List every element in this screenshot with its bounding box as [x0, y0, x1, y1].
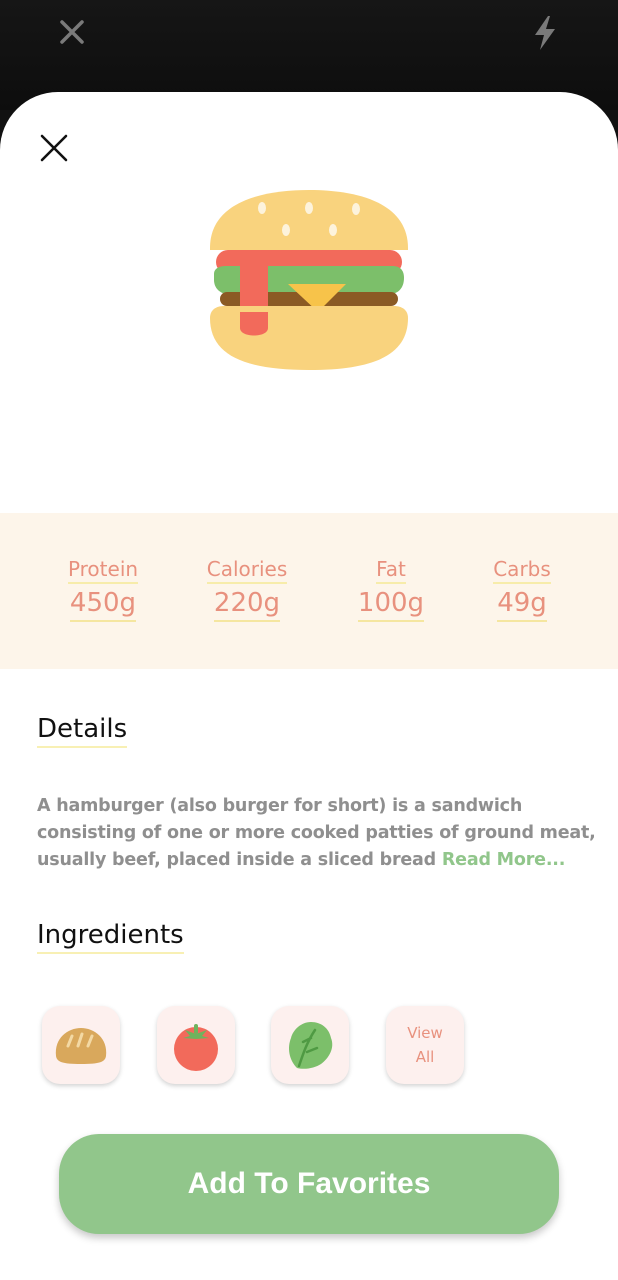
view-all-ingredients-button[interactable]: View All [386, 1006, 464, 1084]
nutrient-value: 220g [213, 586, 281, 622]
close-icon[interactable] [56, 16, 88, 48]
ingredients-heading: Ingredients [37, 918, 184, 954]
nutrient-value: 450g [69, 586, 137, 622]
add-to-favorites-button[interactable]: Add To Favorites [59, 1134, 559, 1234]
view-all-label-line1: View [407, 1024, 443, 1042]
nutrient-label: Fat [376, 556, 406, 584]
ingredient-lettuce[interactable] [271, 1006, 349, 1084]
hamburger-icon [210, 190, 408, 370]
nutrient-calories: Calories 220g [187, 556, 307, 622]
nutrient-label: Carbs [493, 556, 551, 584]
lettuce-icon [289, 1022, 333, 1069]
nutrient-carbs: Carbs 49g [462, 556, 582, 622]
ingredient-tomato[interactable] [157, 1006, 235, 1084]
details-heading: Details [37, 712, 128, 748]
ingredient-bread[interactable] [42, 1006, 120, 1084]
food-details-sheet: Protein 450g Calories 220g Fat 100g Carb… [0, 92, 618, 1280]
nutrient-value: 49g [497, 586, 547, 622]
close-icon[interactable] [38, 132, 70, 164]
nutrition-facts: Protein 450g Calories 220g Fat 100g Carb… [0, 513, 618, 669]
nutrient-label: Calories [206, 556, 288, 584]
nutrient-protein: Protein 450g [43, 556, 163, 622]
flash-icon[interactable] [530, 14, 560, 52]
bread-icon [55, 1028, 107, 1064]
nutrient-fat: Fat 100g [331, 556, 451, 622]
food-description: A hamburger (also burger for short) is a… [37, 793, 597, 874]
view-all-label-line2: All [415, 1048, 435, 1066]
nutrient-value: 100g [357, 586, 425, 622]
tomato-icon [174, 1024, 218, 1071]
read-more-link[interactable]: Read More... [442, 850, 565, 870]
nutrient-label: Protein [67, 556, 139, 584]
